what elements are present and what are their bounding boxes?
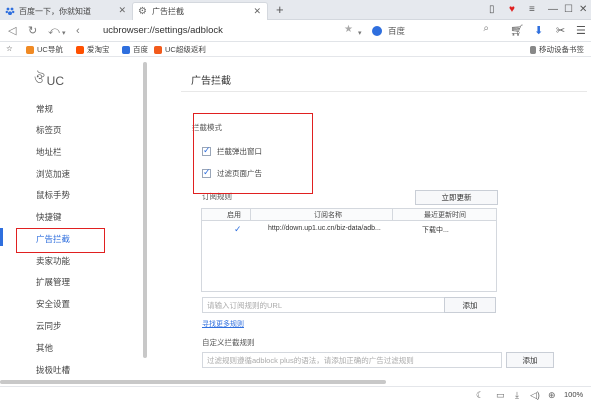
maximize-icon[interactable]: ☐ [564,3,573,17]
search-engine-name: 百度 [388,26,406,36]
annotation-highlight [16,228,105,253]
search-box[interactable]: 百度 ⌕ [372,23,493,39]
update-now-button[interactable]: 立即更新 [415,190,498,205]
column-divider [250,209,251,221]
tab-title: 百度一下，你就知道 [19,6,91,16]
star-icon[interactable]: ★ [344,24,353,35]
sidebar-item-shortcuts[interactable]: 快捷键 [36,211,62,223]
baidu-icon [372,26,382,36]
bookmark-label: 爱淘宝 [87,45,110,54]
scissors-icon[interactable]: ✂ [556,24,565,38]
horizontal-scrollbar[interactable] [0,380,386,384]
url-field[interactable]: ucbrowser://settings/adblock [103,25,223,36]
bookmark-label: 百度 [133,45,148,54]
page-title: 广告拦截 [191,76,231,87]
logo-text: UC [46,73,65,88]
new-tab-button[interactable]: + [276,2,284,18]
sidebar-item-gestures[interactable]: 鼠标手势 [36,189,70,201]
column-divider [392,209,393,221]
search-icon[interactable]: ⌕ [483,23,489,34]
mobile-icon [530,45,536,54]
cart-icon[interactable]: 🛒︎ [510,24,524,38]
add-subscription-button[interactable]: 添加 [444,297,496,313]
custom-rule-input[interactable]: 过滤规则遵循adblock plus的语法，请添加正确的广告过滤规则 [202,352,502,368]
enabled-checkmark-icon[interactable]: ✓ [234,224,242,235]
zoom-icon[interactable]: ⊕ [548,389,556,401]
rebate-icon [154,45,162,54]
baidu-icon [122,45,130,54]
bookmark-star-icon[interactable]: ☆ [6,44,13,53]
undo-icon[interactable]: ⤺ [48,24,60,38]
sidebar-item-sync[interactable]: 云同步 [36,320,62,332]
browser-menu-icon[interactable]: ☰ [576,24,586,38]
close-icon[interactable]: ✕ [118,5,126,16]
divider [181,91,587,92]
download-status-icon[interactable]: ⤓ [515,389,519,401]
bookmark-taobao[interactable]: 爱淘宝 [76,44,110,55]
window-close-icon[interactable]: ✕ [579,3,587,17]
vertical-scrollbar[interactable] [143,62,147,358]
address-bar: ◁ ↻ ⤺ ▾ ‹ ucbrowser://settings/adblock ★… [0,20,591,42]
status-bar: ☾ ▭ ⤓ ◁) ⊕ 100% [0,386,591,402]
menu-icon[interactable]: ≡ [529,3,535,17]
close-icon[interactable]: ✕ [253,6,261,17]
reader-icon[interactable]: ▯ [489,3,495,17]
tab-title: 广告拦截 [152,7,184,16]
custom-rules-heading: 自定义拦截规则 [202,338,255,347]
tab-bar: 百度一下，你就知道 ✕ ⚙ 广告拦截 ✕ + ▯ ♥ ≡ — ☐ ✕ [0,0,591,20]
sidebar-item-tabs[interactable]: 标签页 [36,124,62,136]
bookmarks-bar: ☆ UC导航 爱淘宝 百度 UC超级返利 移动设备书签 [0,42,591,57]
image-icon[interactable]: ▭ [496,389,505,401]
night-mode-icon[interactable]: ☾ [476,389,484,401]
baidu-paw-icon [5,6,15,16]
heart-icon[interactable]: ♥ [509,3,515,17]
taobao-icon [76,45,84,54]
sidebar-item-general[interactable]: 常规 [36,103,53,115]
annotation-highlight [193,113,313,194]
bookmark-label: UC导航 [37,45,63,54]
chevron-left-icon[interactable]: ‹ [76,24,80,38]
minimize-icon[interactable]: — [548,3,558,17]
sidebar-item-security[interactable]: 安全设置 [36,298,70,310]
subscription-url-input[interactable]: 请输入订阅规则的URL [202,297,449,313]
sidebar-item-extensions[interactable]: 扩展管理 [36,276,70,288]
sidebar-item-speedup[interactable]: 浏览加速 [36,168,70,180]
bookmark-uc-nav[interactable]: UC导航 [26,44,63,55]
speaker-icon[interactable]: ◁) [530,389,540,401]
subscription-name: http://down.up1.uc.cn/biz-data/adb... [268,225,381,232]
bookmark-baidu[interactable]: 百度 [122,44,148,55]
mobile-bookmarks[interactable]: 移动设备书签 [530,44,584,55]
gear-icon: ⚙ [138,5,147,17]
chevron-down-icon[interactable]: ▾ [62,27,66,41]
column-header: 订阅名称 [314,212,342,219]
uc-icon [26,45,34,54]
table-header: 启用 订阅名称 最近更新时间 [202,209,496,221]
squirrel-icon: ঔ [34,71,45,86]
active-indicator [0,228,3,246]
settings-sidebar: ঔ UC 常规 标签页 地址栏 浏览加速 鼠标手势 快捷键 广告拦截 卖家功能 … [0,58,140,376]
add-custom-rule-button[interactable]: 添加 [506,352,554,368]
bookmark-label: 移动设备书签 [539,45,584,54]
more-rules-link[interactable]: 寻找更多规则 [202,319,244,329]
sidebar-item-other[interactable]: 其他 [36,342,53,354]
column-header: 最近更新时间 [424,212,466,219]
column-header: 启用 [227,212,241,219]
download-icon[interactable]: ⬇ [534,24,543,38]
subscription-status: 下载中... [422,227,449,234]
sidebar-item-feedback[interactable]: 拢极吐槽 [36,364,70,376]
subscription-table: 启用 订阅名称 最近更新时间 ✓ http://down.up1.uc.cn/b… [201,208,497,292]
zoom-level[interactable]: 100% [564,390,583,399]
tab-adblock[interactable]: ⚙ 广告拦截 ✕ [132,2,268,20]
bookmark-rebate[interactable]: UC超级返利 [154,44,206,55]
sidebar-item-seller[interactable]: 卖家功能 [36,255,70,267]
chevron-down-icon[interactable]: ▾ [358,27,362,41]
bookmark-label: UC超级返利 [165,45,206,54]
tab-baidu[interactable]: 百度一下，你就知道 ✕ [0,2,132,20]
uc-logo: ঔ UC [34,70,64,91]
sidebar-item-addressbar[interactable]: 地址栏 [36,146,62,158]
back-icon[interactable]: ◁ [8,24,16,38]
reload-icon[interactable]: ↻ [28,24,37,38]
